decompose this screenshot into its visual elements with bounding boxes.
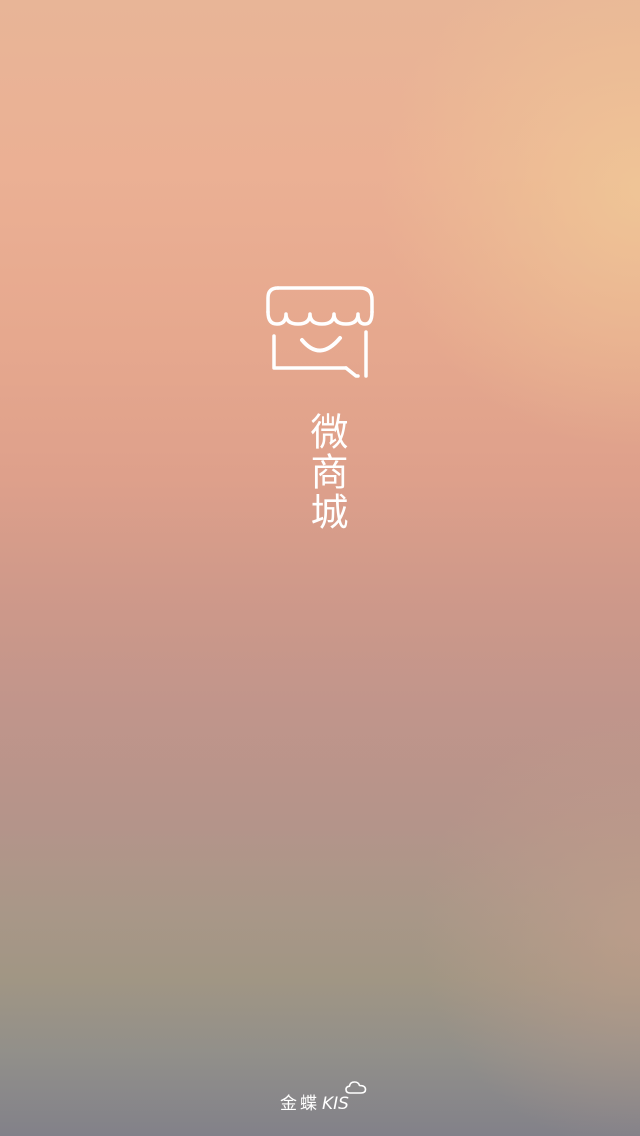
cloud-icon — [345, 1080, 367, 1100]
brand-name-cn: 金蝶 — [280, 1094, 320, 1114]
storefront-smile-icon — [264, 282, 376, 378]
brand-logo: 金蝶 KIS — [280, 1078, 371, 1114]
splash-screen: 微商城 金蝶 KIS — [0, 0, 640, 1136]
app-title: 微商城 — [304, 412, 348, 532]
